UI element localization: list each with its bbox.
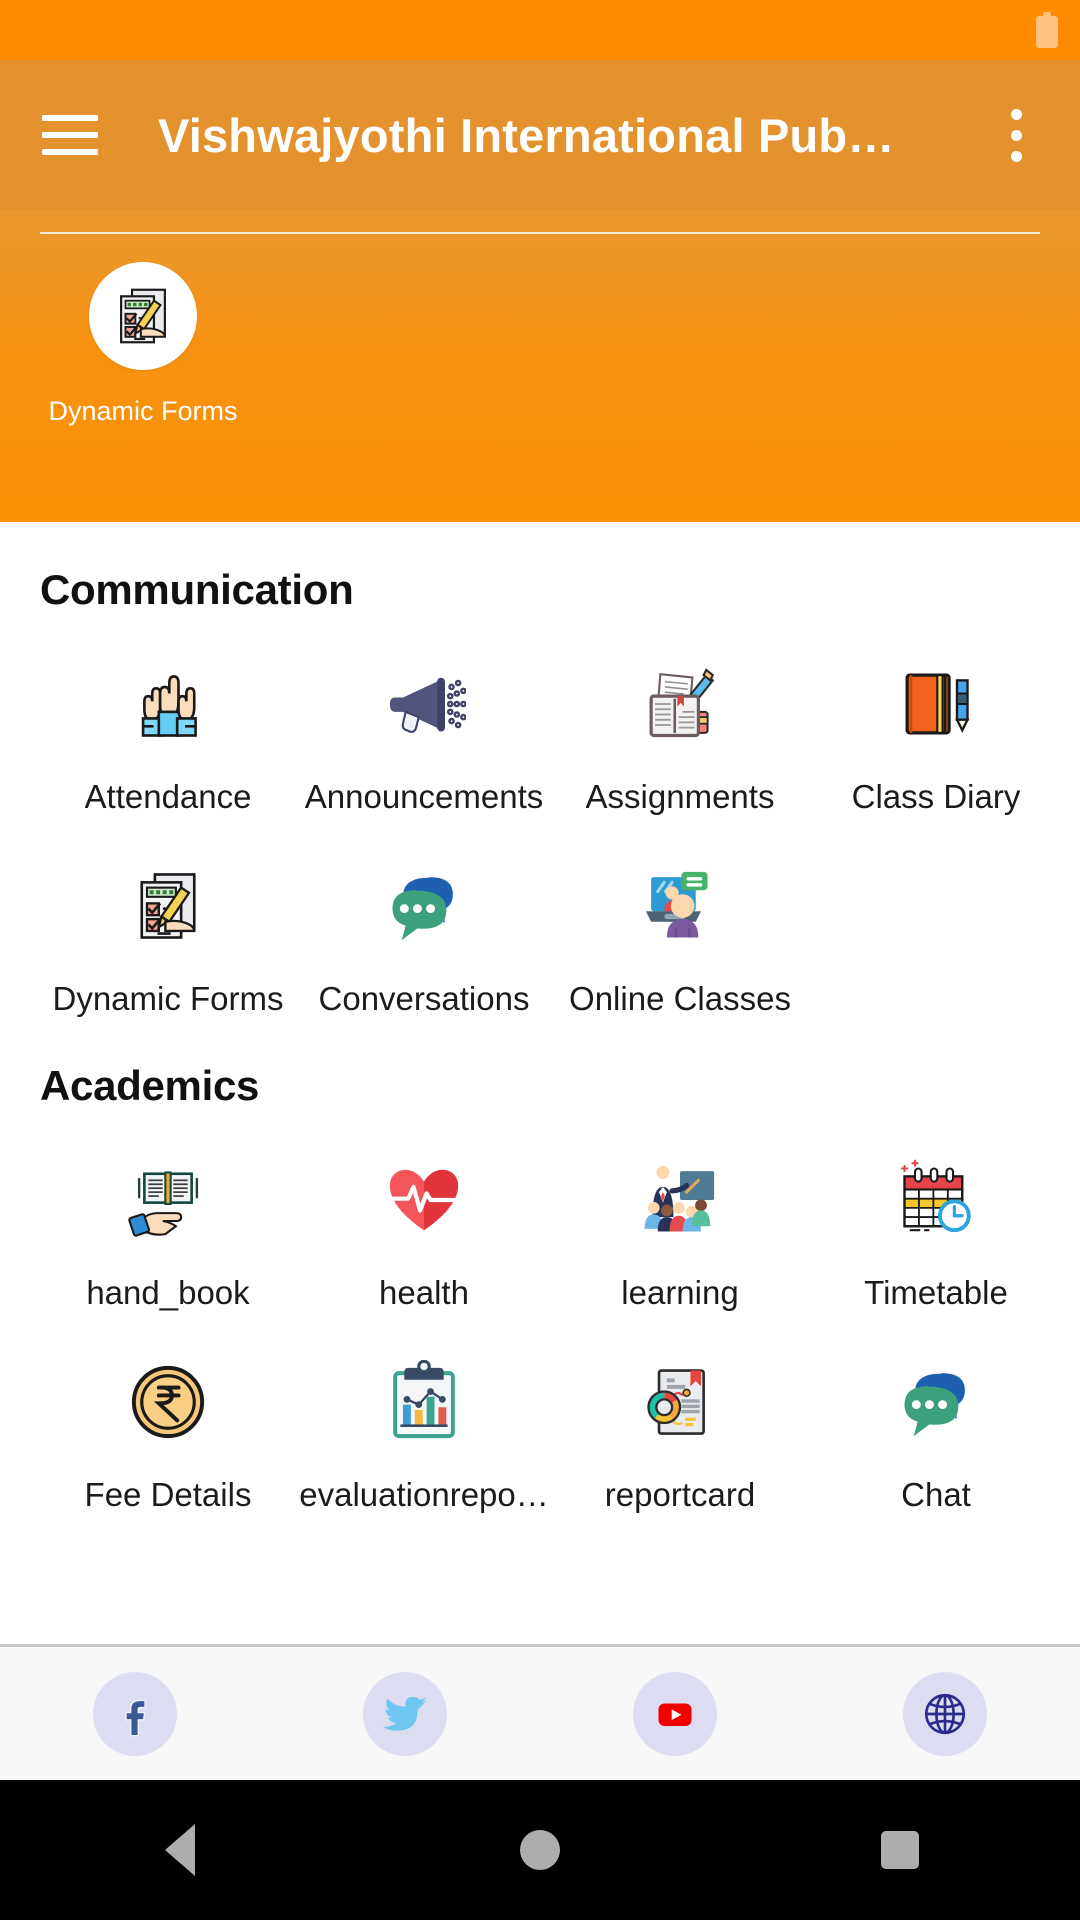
app-bar: Vishwajyothi International Pub… (0, 60, 1080, 210)
section-title-academics: Academics (40, 1062, 260, 1109)
tile-assignments[interactable]: Assignments (552, 614, 808, 816)
tile-label: Dynamic Forms (52, 980, 284, 1017)
tile-label: Class Diary (851, 778, 1021, 815)
main-content: Communication Attendance Announcements A… (0, 522, 1080, 1514)
megaphone-icon (372, 652, 476, 756)
app-screen: Vishwajyothi International Pub… Dynamic … (0, 0, 1080, 1920)
notebook-pencil-icon (884, 652, 988, 756)
tile-label: Fee Details (84, 1476, 252, 1513)
rupee-coin-icon (116, 1350, 220, 1454)
twitter-icon (363, 1671, 447, 1756)
social-link-website[interactable] (810, 1671, 1080, 1756)
section-communication: Communication Attendance Announcements A… (0, 522, 1080, 1018)
tile-label: Online Classes (569, 980, 791, 1017)
tile-dynamic-forms[interactable]: Dynamic Forms (40, 816, 296, 1018)
open-book-pencil-icon (628, 652, 732, 756)
tile-chat[interactable]: Chat (808, 1312, 1064, 1514)
battery-icon (1036, 12, 1058, 48)
tile-announcements[interactable]: Announcements (296, 614, 552, 816)
tile-label: evaluationrepo… (299, 1476, 549, 1513)
tile-health[interactable]: health (296, 1110, 552, 1312)
nav-recents-button[interactable] (720, 1831, 1080, 1869)
tile-label: reportcard (604, 1476, 756, 1513)
banner-item-label: Dynamic Forms (48, 396, 238, 426)
laptop-person-icon (628, 854, 732, 958)
tile-label: Timetable (864, 1274, 1008, 1311)
hamburger-menu-icon[interactable] (42, 107, 98, 163)
tile-conversations[interactable]: Conversations (296, 816, 552, 1018)
tile-label: Attendance (84, 778, 252, 815)
social-link-facebook[interactable] (0, 1671, 270, 1756)
heart-pulse-icon (372, 1148, 476, 1252)
dynamic-forms-icon (116, 854, 220, 958)
status-bar (0, 0, 1080, 60)
dynamic-forms-icon (89, 262, 197, 370)
tile-label: health (379, 1274, 469, 1311)
tile-class-diary[interactable]: Class Diary (808, 614, 1064, 816)
social-link-youtube[interactable] (540, 1671, 810, 1756)
raised-hands-icon (116, 652, 220, 756)
back-triangle-icon (165, 1824, 195, 1876)
tile-online-classes[interactable]: Online Classes (552, 816, 808, 1018)
teacher-classroom-icon (628, 1148, 732, 1252)
tile-attendance[interactable]: Attendance (40, 614, 296, 816)
tile-label: hand_book (86, 1274, 250, 1311)
nav-home-button[interactable] (360, 1830, 720, 1870)
tile-learning[interactable]: learning (552, 1110, 808, 1312)
tile-label: Announcements (304, 778, 544, 815)
nav-back-button[interactable] (0, 1824, 360, 1876)
grid-communication: Attendance Announcements Assignments Cla… (40, 614, 1080, 1018)
tile-label: Chat (901, 1476, 971, 1513)
section-academics: Academics hand_book health learning Time… (0, 1018, 1080, 1514)
overflow-menu-icon[interactable] (988, 100, 1044, 170)
section-title-communication: Communication (40, 566, 354, 613)
speech-bubbles-icon (372, 854, 476, 958)
banner-divider (40, 232, 1040, 234)
facebook-icon (93, 1671, 177, 1756)
recents-square-icon (881, 1831, 919, 1869)
tile-hand-book[interactable]: hand_book (40, 1110, 296, 1312)
social-links-bar (0, 1644, 1080, 1780)
book-on-hand-icon (116, 1148, 220, 1252)
tile-label: Conversations (318, 980, 530, 1017)
tile-label: Assignments (585, 778, 775, 815)
page-title: Vishwajyothi International Pub… (158, 108, 895, 162)
speech-bubbles-icon (884, 1350, 988, 1454)
calendar-clock-icon (884, 1148, 988, 1252)
globe-icon (903, 1671, 987, 1756)
document-donut-chart-icon (628, 1350, 732, 1454)
youtube-icon (633, 1671, 717, 1756)
clipboard-chart-icon (372, 1350, 476, 1454)
tile-fee-details[interactable]: Fee Details (40, 1312, 296, 1514)
android-nav-bar (0, 1780, 1080, 1920)
social-link-twitter[interactable] (270, 1671, 540, 1756)
tile-evaluation-report[interactable]: evaluationrepo… (296, 1312, 552, 1514)
home-circle-icon (520, 1830, 560, 1870)
featured-banner: Dynamic Forms (0, 210, 1080, 522)
tile-label: learning (621, 1274, 739, 1311)
grid-academics: hand_book health learning Timetable Fee … (40, 1110, 1080, 1514)
tile-timetable[interactable]: Timetable (808, 1110, 1064, 1312)
banner-item-dynamic-forms[interactable]: Dynamic Forms (48, 262, 238, 427)
tile-reportcard[interactable]: reportcard (552, 1312, 808, 1514)
